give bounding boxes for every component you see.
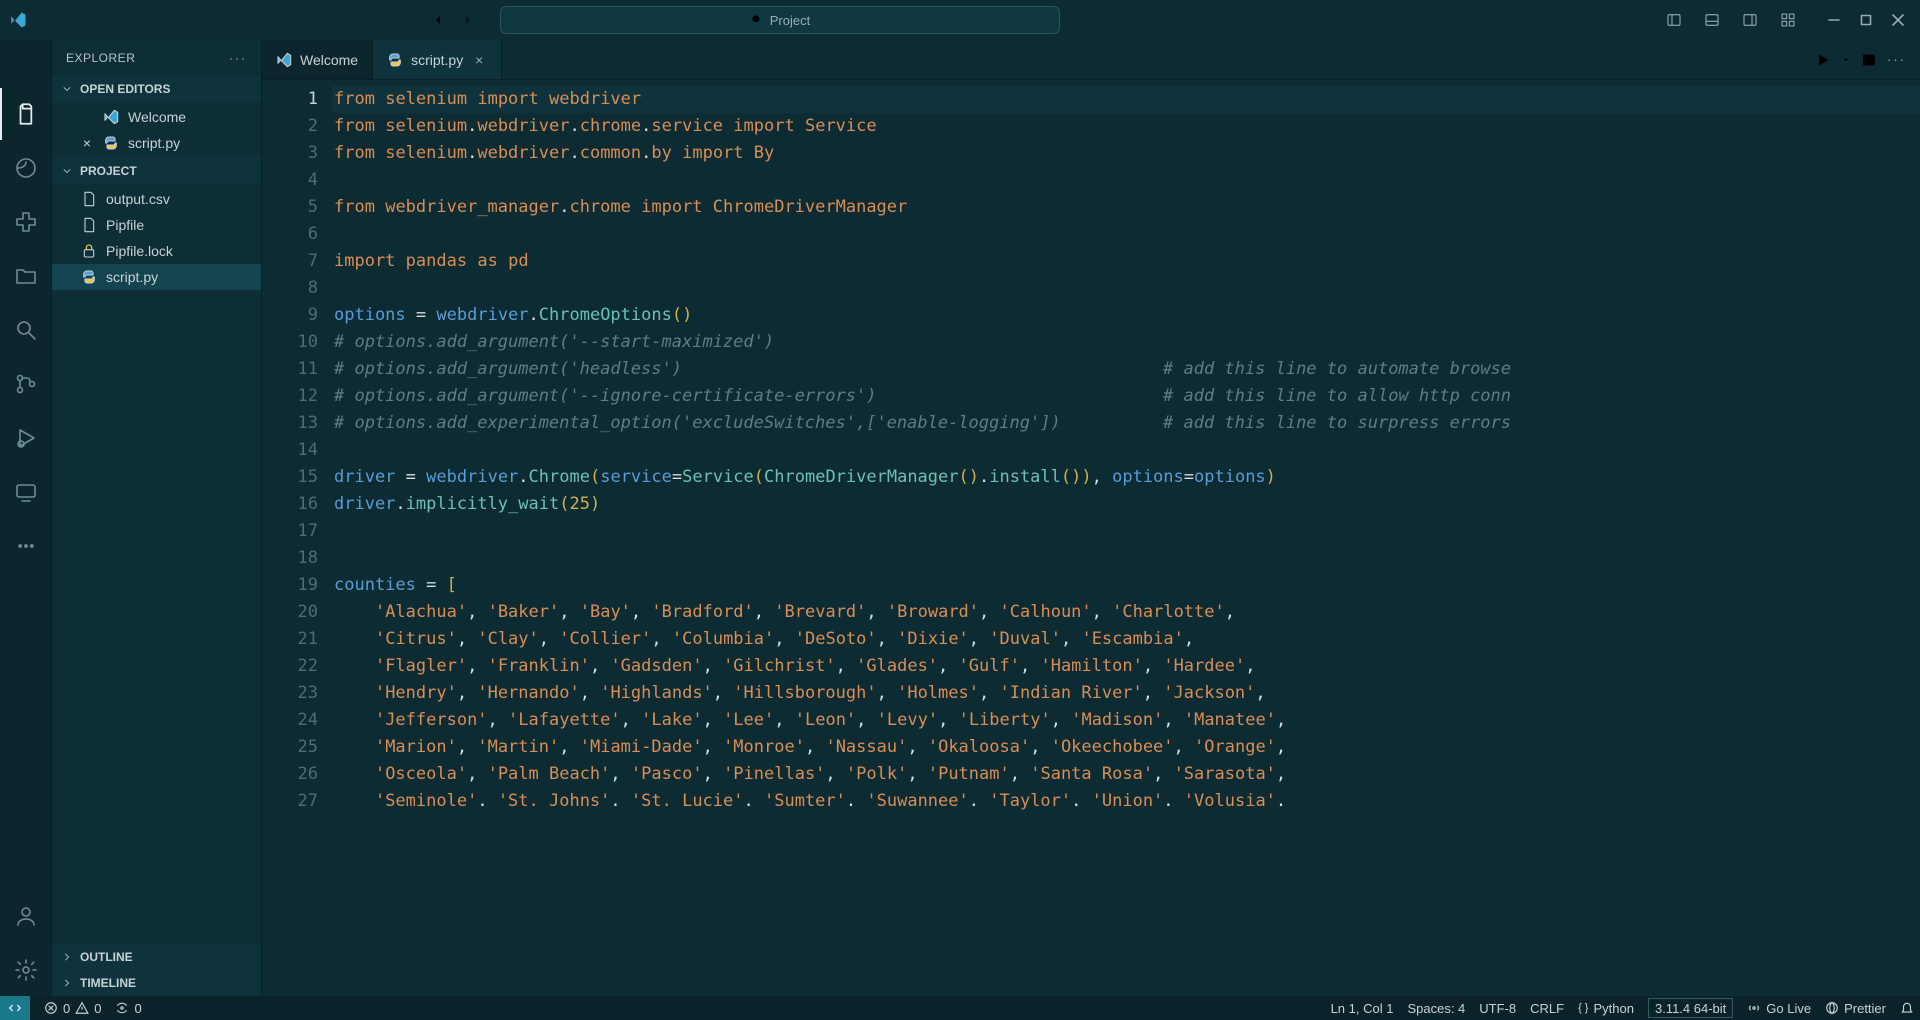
activity-python-icon[interactable] xyxy=(0,196,52,248)
status-prettier[interactable]: Prettier xyxy=(1825,1001,1886,1016)
vscode-logo-icon xyxy=(8,10,28,30)
project-file-label: Pipfile.lock xyxy=(106,243,173,259)
hamburger-menu-button[interactable] xyxy=(6,46,46,86)
split-editor-icon[interactable] xyxy=(1861,52,1877,68)
toggle-panel-icon[interactable] xyxy=(1698,6,1726,34)
editor-area: Welcome script.py × ··· 123456789101112131… xyxy=(262,40,1920,996)
sidebar-more-icon[interactable]: ··· xyxy=(229,51,247,65)
status-problems[interactable]: 0 0 xyxy=(44,1001,101,1016)
tab-label: Welcome xyxy=(300,52,358,68)
chevron-down-icon xyxy=(60,164,74,178)
chevron-down-icon xyxy=(60,82,74,96)
activity-explorer-icon[interactable] xyxy=(0,88,52,140)
python-file-icon xyxy=(102,134,120,152)
project-file-label: script.py xyxy=(106,269,158,285)
open-editors-section-header[interactable]: OPEN EDITORS xyxy=(52,76,261,102)
remote-indicator-button[interactable] xyxy=(0,996,30,1020)
tab-more-icon[interactable]: ··· xyxy=(1887,52,1906,67)
python-file-icon xyxy=(387,52,403,68)
sidebar-title: EXPLORER xyxy=(66,51,135,65)
command-center-search[interactable]: Project xyxy=(500,6,1060,34)
open-editor-label: Welcome xyxy=(128,109,186,125)
activity-account-icon[interactable] xyxy=(0,890,52,942)
status-cursor-position[interactable]: Ln 1, Col 1 xyxy=(1331,1001,1394,1016)
open-editor-label: script.py xyxy=(128,135,180,151)
titlebar: Project xyxy=(0,0,1920,40)
csv-file-icon xyxy=(80,190,98,208)
vscode-file-icon xyxy=(102,108,120,126)
explorer-sidebar: EXPLORER ··· OPEN EDITORS Welcome × script… xyxy=(52,40,262,996)
nav-forward-button[interactable] xyxy=(456,8,480,32)
outline-label: OUTLINE xyxy=(80,950,133,964)
activity-run-debug-icon[interactable] xyxy=(0,412,52,464)
vscode-file-icon xyxy=(276,52,292,68)
activity-remote-icon[interactable] xyxy=(0,466,52,518)
pipfile-file-icon xyxy=(80,216,98,234)
outline-section-header[interactable]: OUTLINE xyxy=(52,944,261,970)
window-maximize-button[interactable] xyxy=(1852,6,1880,34)
project-label: PROJECT xyxy=(80,164,137,178)
timeline-section-header[interactable]: TIMELINE xyxy=(52,970,261,996)
status-notifications-bell-icon[interactable] xyxy=(1900,1001,1914,1015)
open-editor-item[interactable]: Welcome xyxy=(52,104,261,130)
code-editor[interactable]: 1234567891011121314151617181920212223242… xyxy=(262,80,1920,996)
project-file-item[interactable]: Pipfile.lock xyxy=(52,238,261,264)
run-button[interactable] xyxy=(1815,52,1831,68)
status-bar: 0 0 0 Ln 1, Col 1 Spaces: 4 UTF-8 CRLF {… xyxy=(0,996,1920,1020)
window-minimize-button[interactable] xyxy=(1820,6,1848,34)
chevron-right-icon xyxy=(60,950,74,964)
editor-tab[interactable]: script.py × xyxy=(373,40,502,79)
status-encoding[interactable]: UTF-8 xyxy=(1479,1001,1516,1016)
editor-tab[interactable]: Welcome xyxy=(262,40,373,79)
activity-bar xyxy=(0,40,52,996)
project-file-item[interactable]: Pipfile xyxy=(52,212,261,238)
activity-edge-icon[interactable] xyxy=(0,142,52,194)
status-python-interpreter[interactable]: 3.11.4 64-bit xyxy=(1648,998,1733,1018)
status-go-live[interactable]: Go Live xyxy=(1747,1001,1811,1016)
status-eol[interactable]: CRLF xyxy=(1530,1001,1564,1016)
activity-settings-gear-icon[interactable] xyxy=(0,944,52,996)
run-dropdown-icon[interactable] xyxy=(1841,55,1851,65)
activity-source-control-icon[interactable] xyxy=(0,358,52,410)
chevron-right-icon xyxy=(60,976,74,990)
open-editor-item[interactable]: × script.py xyxy=(52,130,261,156)
tab-close-icon[interactable]: × xyxy=(471,52,487,68)
activity-more-icon[interactable] xyxy=(0,520,52,572)
activity-search-icon[interactable] xyxy=(0,304,52,356)
status-indentation[interactable]: Spaces: 4 xyxy=(1407,1001,1465,1016)
project-file-item[interactable]: script.py xyxy=(52,264,261,290)
window-close-button[interactable] xyxy=(1884,6,1912,34)
customize-layout-icon[interactable] xyxy=(1774,6,1802,34)
project-file-label: Pipfile xyxy=(106,217,144,233)
project-file-item[interactable]: output.csv xyxy=(52,186,261,212)
close-editor-icon[interactable]: × xyxy=(80,135,94,151)
project-section-header[interactable]: PROJECT xyxy=(52,158,261,184)
tab-label: script.py xyxy=(411,52,463,68)
open-editors-label: OPEN EDITORS xyxy=(80,82,170,96)
nav-back-button[interactable] xyxy=(426,8,450,32)
status-ports[interactable]: 0 xyxy=(115,1001,141,1016)
toggle-primary-sidebar-icon[interactable] xyxy=(1660,6,1688,34)
lock-file-icon xyxy=(80,242,98,260)
project-file-label: output.csv xyxy=(106,191,170,207)
status-language-mode[interactable]: { } Python xyxy=(1578,1001,1634,1016)
toggle-secondary-sidebar-icon[interactable] xyxy=(1736,6,1764,34)
editor-tab-bar: Welcome script.py × ··· xyxy=(262,40,1920,80)
search-icon xyxy=(750,13,764,27)
python-file-icon xyxy=(80,268,98,286)
search-placeholder: Project xyxy=(770,13,810,28)
activity-folder-icon[interactable] xyxy=(0,250,52,302)
timeline-label: TIMELINE xyxy=(80,976,136,990)
